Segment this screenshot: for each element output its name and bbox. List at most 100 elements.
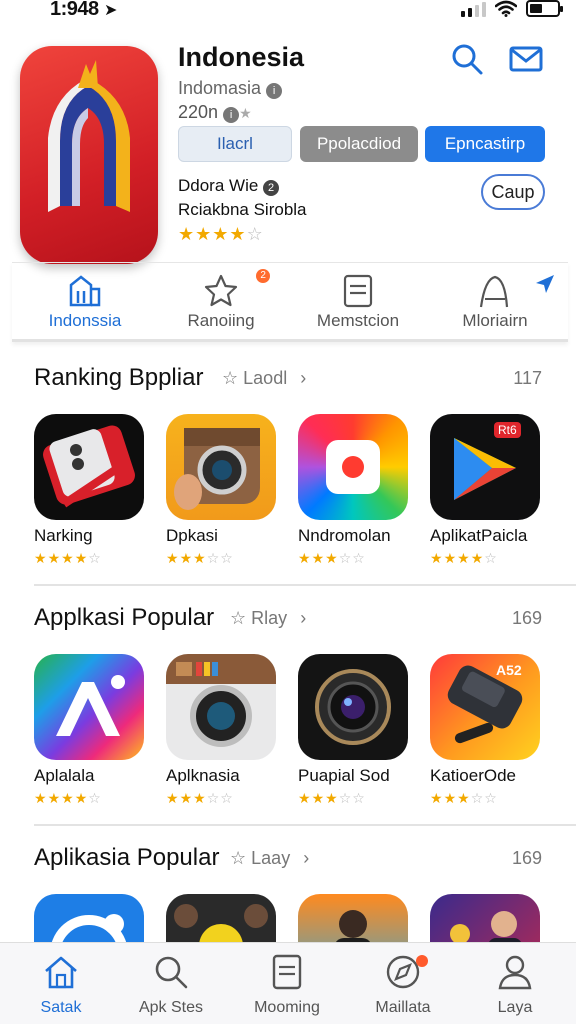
arch-icon: [479, 275, 509, 308]
star-filled-icon: ★: [47, 790, 62, 806]
app-name: Aplknasia: [166, 766, 240, 785]
star-filled-icon: ★: [212, 224, 230, 244]
nav-label: Satak: [40, 999, 82, 1016]
tab-indonesia[interactable]: Indonssia: [20, 263, 150, 339]
section-tag[interactable]: ☆ Laay ›: [230, 848, 309, 869]
tab-ranking[interactable]: 2 Ranoiing: [156, 263, 286, 339]
nav-label: Mooming: [254, 999, 320, 1016]
tab-label: Ranoiing: [187, 311, 255, 330]
section-popular-2: Aplikasia Popular ☆ Laay › 169: [0, 830, 576, 942]
app-name: KatioerOde: [430, 766, 516, 785]
star-filled-icon: ★: [298, 550, 312, 566]
nav-label: Maillata: [375, 999, 431, 1016]
star-empty-icon: ☆: [206, 790, 221, 806]
nav-label: Apk Stes: [138, 999, 204, 1016]
app-icon[interactable]: [20, 46, 158, 264]
tab-memstcion[interactable]: Memstcion: [293, 263, 423, 339]
star-empty-icon: ☆: [338, 790, 353, 806]
star-filled-icon: ★: [457, 790, 471, 806]
star-half-icon: ★: [229, 224, 247, 244]
info-icon: i: [266, 83, 283, 99]
app-tile-icon: [34, 894, 144, 942]
star-half-icon: ★: [74, 550, 89, 566]
nav-badge: [416, 955, 429, 967]
get-button[interactable]: Caup: [481, 174, 545, 210]
segment-button-1[interactable]: Ilacrl: [178, 126, 292, 162]
star-filled-icon: ★: [166, 550, 180, 566]
info-icon: i: [223, 107, 240, 123]
star-empty-icon: ☆: [88, 550, 102, 566]
app-rating: ★★★☆☆: [166, 790, 234, 807]
header-rating: ★★★★☆: [178, 224, 264, 245]
building-icon: [69, 275, 101, 307]
star-filled-icon: ★: [193, 790, 207, 806]
star-empty-icon: ☆: [352, 790, 366, 806]
section-tag[interactable]: ☆ Laodl ›: [222, 368, 306, 389]
section-count: 169: [511, 848, 542, 868]
app-name: Dpkasi: [166, 526, 218, 545]
app-rating: ★★★☆☆: [298, 550, 366, 567]
star-icon: [204, 274, 238, 307]
star-filled-icon: ★: [325, 550, 339, 566]
star-icon: ☆: [230, 608, 247, 628]
star-filled-icon: ★: [325, 790, 339, 806]
segment-button-2[interactable]: Ppolacdiod: [300, 126, 418, 162]
document-icon: [272, 954, 302, 990]
nav-item-profile[interactable]: Laya: [460, 951, 570, 1021]
segment-button-3[interactable]: Epncastirp: [425, 126, 545, 162]
app-name: Narking: [34, 526, 93, 545]
nav-item-search[interactable]: Apk Stes: [116, 951, 226, 1021]
star-filled-icon: ★: [311, 550, 326, 566]
star-half-icon: ★: [470, 550, 485, 566]
star-empty-icon: ☆: [220, 550, 234, 566]
app-tile-icon: [430, 414, 540, 520]
app-name: Aplalala: [34, 766, 95, 785]
bottom-nav: Satak Apk Stes Mooming Maillata Laya: [0, 942, 576, 1024]
star-filled-icon: ★: [47, 550, 62, 566]
chevron-right-icon: ›: [300, 368, 307, 388]
nav-item-documents[interactable]: Mooming: [232, 951, 342, 1021]
cellular-signal-icon: [461, 1, 486, 17]
app-tile-icon: [430, 894, 540, 942]
tab-label: Indonssia: [48, 311, 122, 330]
badge-icon: 2: [263, 180, 280, 196]
app-tile-icon: [166, 894, 276, 942]
app-name: Puapial Sod: [298, 766, 390, 785]
star-empty-icon: ☆: [484, 790, 498, 806]
star-filled-icon: ★: [166, 790, 180, 806]
search-icon[interactable]: [450, 42, 484, 76]
nav-item-home[interactable]: Satak: [6, 951, 116, 1021]
app-tile-icon: [34, 654, 144, 760]
app-name: AplikatPaicla: [430, 526, 528, 545]
developer-name: Ddora Wie 2: [178, 176, 280, 196]
star-filled-icon: ★: [193, 550, 207, 566]
tab-label: Mloriairn: [462, 311, 528, 330]
star-filled-icon: ★: [34, 790, 48, 806]
star-filled-icon: ★: [443, 550, 458, 566]
app-rating: ★★★☆☆: [430, 790, 498, 807]
location-arrow-icon: ➤: [104, 2, 118, 19]
section-popular: Applkasi Popular ☆ Rlay › 169 Aplalala ★…: [0, 590, 576, 826]
document-icon: [343, 274, 373, 308]
star-filled-icon: ★: [61, 550, 75, 566]
star-icon: ☆: [230, 848, 247, 868]
tab-mloriairn[interactable]: Mloriairn: [430, 263, 560, 339]
star-empty-icon: ☆: [338, 550, 353, 566]
section-title: Applkasi Popular: [34, 604, 215, 631]
app-logo-icon: [48, 60, 130, 212]
section-tag[interactable]: ☆ Rlay ›: [230, 608, 306, 629]
star-empty-icon: ☆: [206, 550, 221, 566]
app-rating: ★★★★☆: [34, 550, 102, 567]
star-empty-icon: ☆: [246, 224, 264, 244]
app-tile-icon: [166, 414, 276, 520]
star-filled-icon: ★: [61, 790, 75, 806]
star-filled-icon: ★: [457, 550, 471, 566]
nav-item-explore[interactable]: Maillata: [348, 951, 458, 1021]
mail-icon[interactable]: [509, 42, 543, 76]
chevron-right-icon: ›: [300, 608, 307, 628]
status-bar: 1:948 ➤: [0, 0, 576, 22]
star-empty-icon: ☆: [470, 790, 485, 806]
star-filled-icon: ★: [179, 790, 194, 806]
app-tile-icon: [298, 894, 408, 942]
star-filled-icon: ★: [178, 224, 196, 244]
